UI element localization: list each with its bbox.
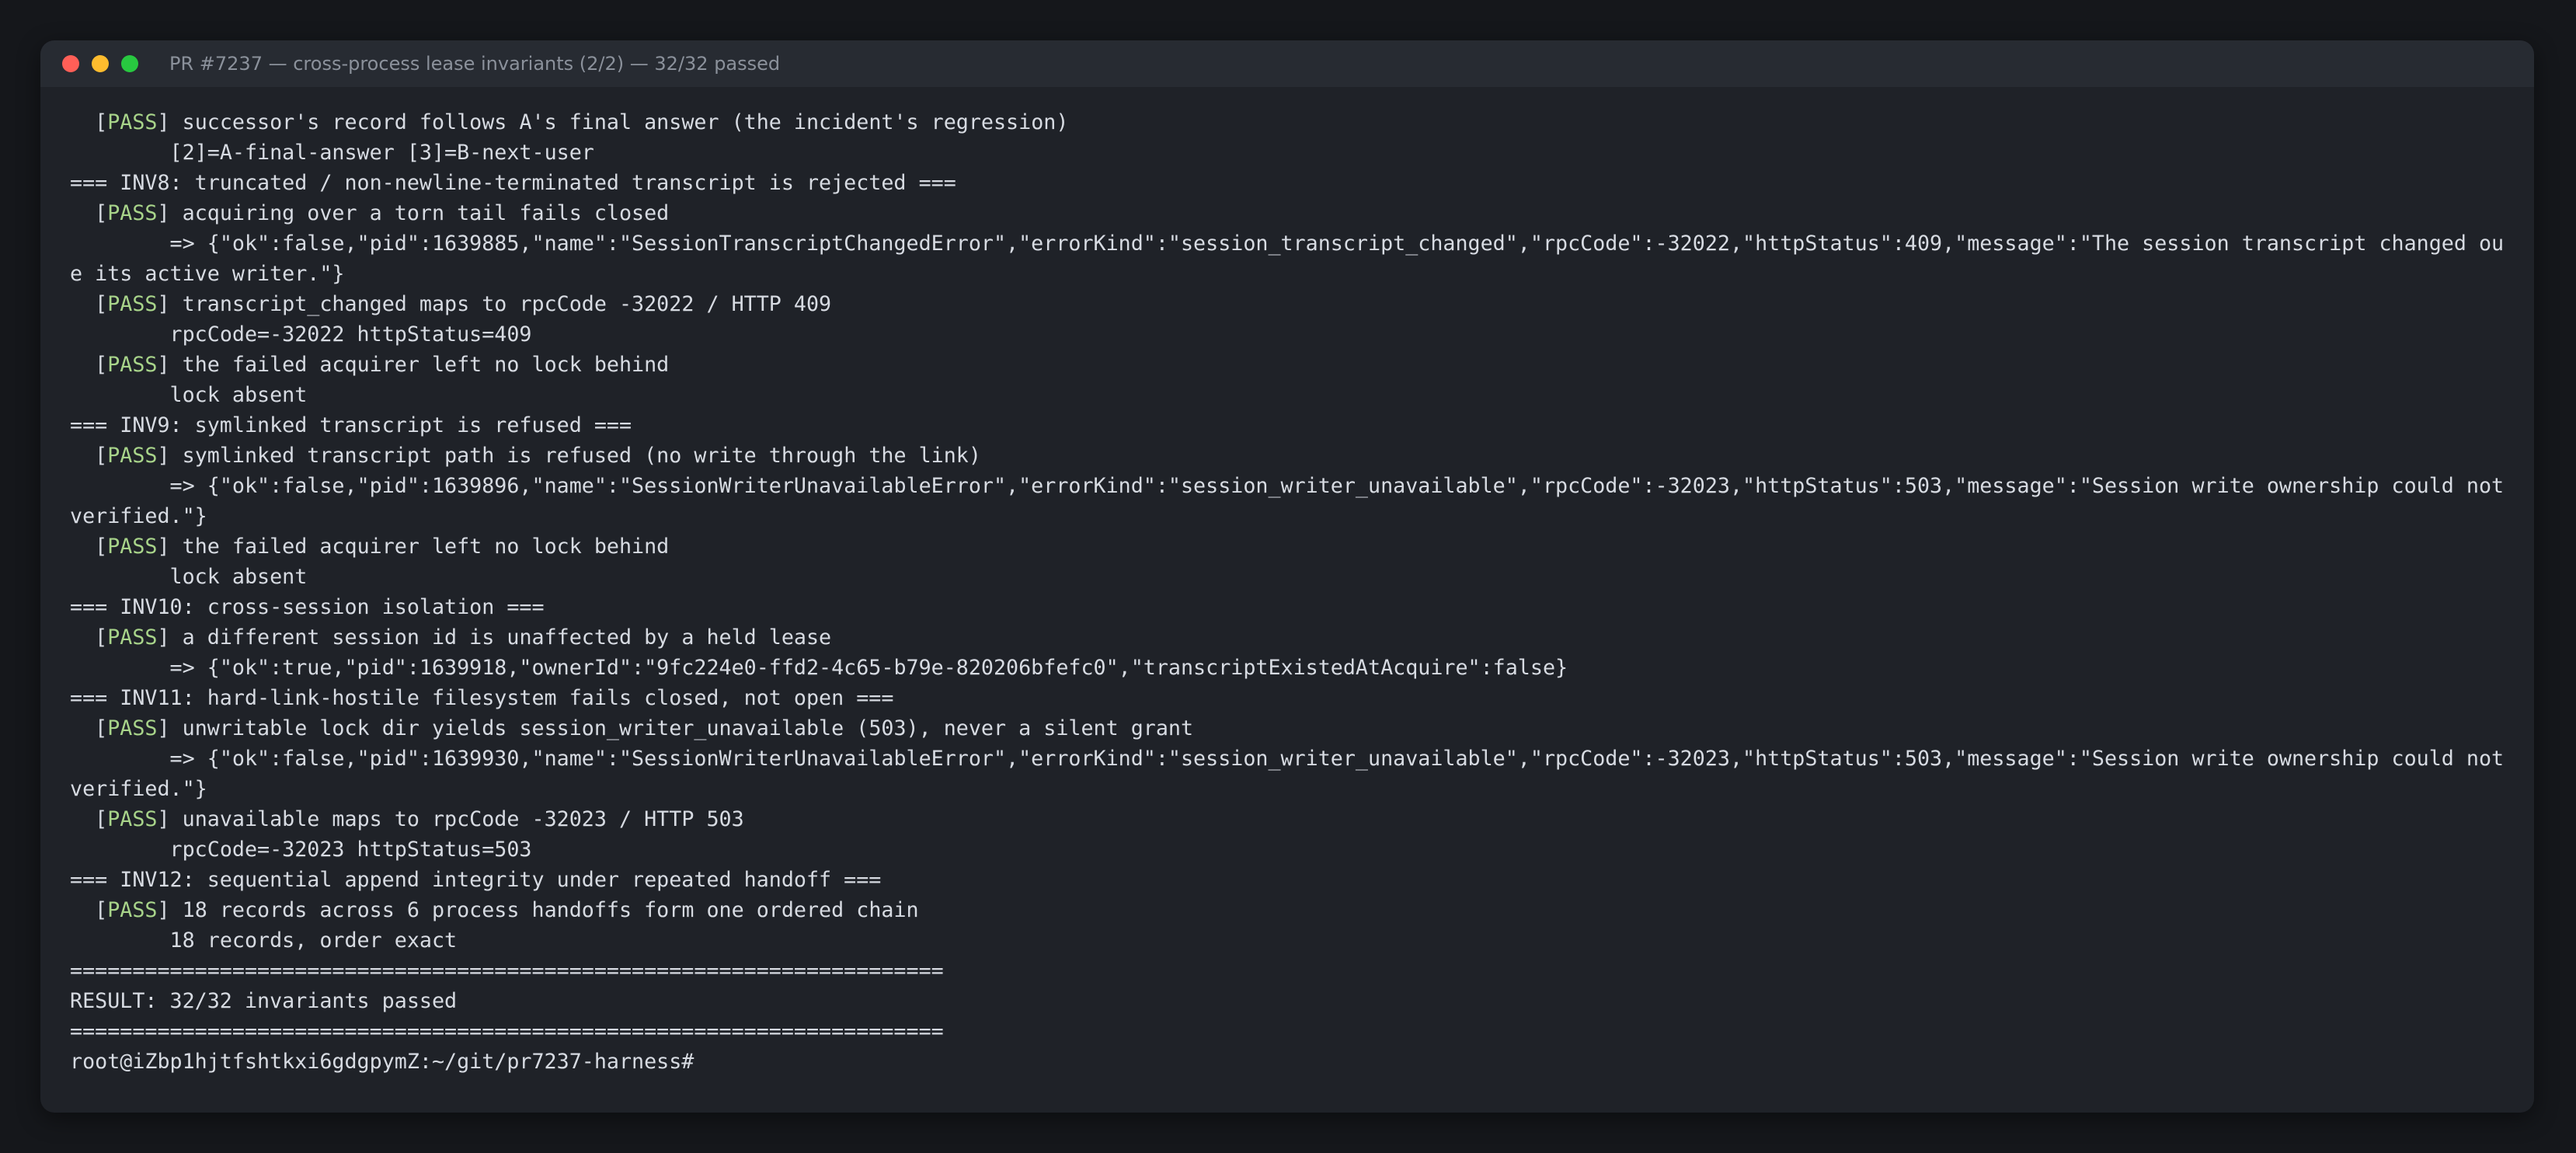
detail-text: lock absent — [169, 565, 308, 589]
pass-result-line: [PASS] the failed acquirer left no lock … — [70, 535, 670, 559]
pass-result-line: [PASS] transcript_changed maps to rpcCod… — [70, 292, 832, 316]
pass-description: successor's record follows A's final ans… — [182, 110, 1069, 134]
pass-description: acquiring over a torn tail fails closed — [182, 201, 670, 225]
window-title: PR #7237 — cross-process lease invariant… — [169, 53, 781, 75]
output-text: e its active writer."} — [70, 262, 345, 286]
output-text: === INV12: sequential append integrity u… — [70, 868, 882, 892]
pass-result-line: [PASS] acquiring over a torn tail fails … — [70, 201, 670, 225]
output-line: RESULT: 32/32 invariants passed — [70, 986, 2505, 1016]
result-detail-line: rpcCode=-32022 httpStatus=409 — [70, 319, 2505, 350]
output-line: === INV8: truncated / non-newline-termin… — [70, 168, 2505, 198]
output-text: === INV8: truncated / non-newline-termin… — [70, 171, 956, 195]
pass-description: 18 records across 6 process handoffs for… — [182, 898, 919, 922]
detail-text: lock absent — [169, 383, 308, 407]
pass-badge: PASS — [107, 444, 158, 468]
result-detail-line: rpcCode=-32023 httpStatus=503 — [70, 834, 2505, 865]
output-text: ========================================… — [70, 959, 944, 983]
detail-text: => {"ok":false,"pid":1639930,"name":"Ses… — [169, 747, 2505, 771]
output-text: ========================================… — [70, 1019, 944, 1043]
pass-badge: PASS — [107, 110, 158, 134]
output-line: verified."} — [70, 501, 2505, 531]
pass-badge: PASS — [107, 716, 158, 740]
shell-prompt[interactable]: root@iZbp1hjtfshtkxi6gdgpymZ:~/git/pr723… — [70, 1047, 2505, 1077]
minimize-window-button[interactable] — [92, 55, 109, 72]
result-detail-line: => {"ok":false,"pid":1639885,"name":"Ses… — [70, 228, 2505, 259]
detail-arrow: => — [169, 232, 207, 256]
output-line: === INV9: symlinked transcript is refuse… — [70, 410, 2505, 441]
output-line: === INV11: hard-link-hostile filesystem … — [70, 683, 2505, 713]
pass-badge: PASS — [107, 201, 158, 225]
pass-description: symlinked transcript path is refused (no… — [182, 444, 981, 468]
pass-badge: PASS — [107, 625, 158, 650]
output-text: === INV9: symlinked transcript is refuse… — [70, 413, 632, 437]
output-text: === INV10: cross-session isolation === — [70, 595, 545, 619]
detail-text: rpcCode=-32023 httpStatus=503 — [169, 838, 532, 862]
detail-text: 18 records, order exact — [169, 928, 458, 953]
detail-text: rpcCode=-32022 httpStatus=409 — [169, 322, 532, 347]
pass-result-line: [PASS] 18 records across 6 process hando… — [70, 898, 919, 922]
output-line: e its active writer."} — [70, 259, 2505, 289]
pass-badge: PASS — [107, 292, 158, 316]
detail-text: => {"ok":true,"pid":1639918,"ownerId":"9… — [169, 656, 1568, 680]
detail-text: [2]=A-final-answer [3]=B-next-user — [169, 141, 594, 165]
pass-badge: PASS — [107, 535, 158, 559]
output-text: verified."} — [70, 777, 207, 801]
output-text: === INV11: hard-link-hostile filesystem … — [70, 686, 894, 710]
maximize-window-button[interactable] — [121, 55, 138, 72]
result-detail-line: lock absent — [70, 562, 2505, 592]
title-bar: PR #7237 — cross-process lease invariant… — [40, 40, 2534, 87]
detail-text: => {"ok":false,"pid":1639896,"name":"Ses… — [169, 474, 2505, 498]
result-detail-line: 18 records, order exact — [70, 925, 2505, 956]
pass-result-line: [PASS] unwritable lock dir yields sessio… — [70, 716, 1194, 740]
pass-description: unwritable lock dir yields session_write… — [182, 716, 1194, 740]
prompt-text: root@iZbp1hjtfshtkxi6gdgpymZ:~/git/pr723… — [70, 1050, 694, 1074]
pass-result-line: [PASS] a different session id is unaffec… — [70, 625, 832, 650]
pass-description: unavailable maps to rpcCode -32023 / HTT… — [182, 807, 744, 831]
detail-text: {"ok":false,"pid":1639885,"name":"Sessio… — [207, 232, 2505, 256]
pass-description: the failed acquirer left no lock behind — [182, 353, 670, 377]
pass-description: the failed acquirer left no lock behind — [182, 535, 670, 559]
output-line: ========================================… — [70, 1016, 2505, 1047]
output-line: === INV10: cross-session isolation === — [70, 592, 2505, 622]
pass-result-line: [PASS] unavailable maps to rpcCode -3202… — [70, 807, 744, 831]
result-detail-line: => {"ok":false,"pid":1639930,"name":"Ses… — [70, 744, 2505, 774]
pass-description: transcript_changed maps to rpcCode -3202… — [182, 292, 832, 316]
pass-badge: PASS — [107, 898, 158, 922]
result-detail-line: [2]=A-final-answer [3]=B-next-user — [70, 138, 2505, 168]
pass-result-line: [PASS] successor's record follows A's fi… — [70, 110, 1069, 134]
result-detail-line: lock absent — [70, 380, 2505, 410]
pass-description: a different session id is unaffected by … — [182, 625, 832, 650]
output-text: RESULT: 32/32 invariants passed — [70, 989, 458, 1013]
terminal-window: PR #7237 — cross-process lease invariant… — [40, 40, 2534, 1113]
pass-result-line: [PASS] symlinked transcript path is refu… — [70, 444, 981, 468]
close-window-button[interactable] — [62, 55, 79, 72]
pass-result-line: [PASS] the failed acquirer left no lock … — [70, 353, 670, 377]
result-detail-line: => {"ok":false,"pid":1639896,"name":"Ses… — [70, 471, 2505, 501]
terminal-output[interactable]: [PASS] successor's record follows A's fi… — [40, 87, 2534, 1077]
output-line: === INV12: sequential append integrity u… — [70, 865, 2505, 895]
output-line: verified."} — [70, 774, 2505, 804]
output-text: verified."} — [70, 504, 207, 528]
pass-badge: PASS — [107, 353, 158, 377]
output-line: ========================================… — [70, 956, 2505, 986]
result-detail-line: => {"ok":true,"pid":1639918,"ownerId":"9… — [70, 653, 2505, 683]
pass-badge: PASS — [107, 807, 158, 831]
